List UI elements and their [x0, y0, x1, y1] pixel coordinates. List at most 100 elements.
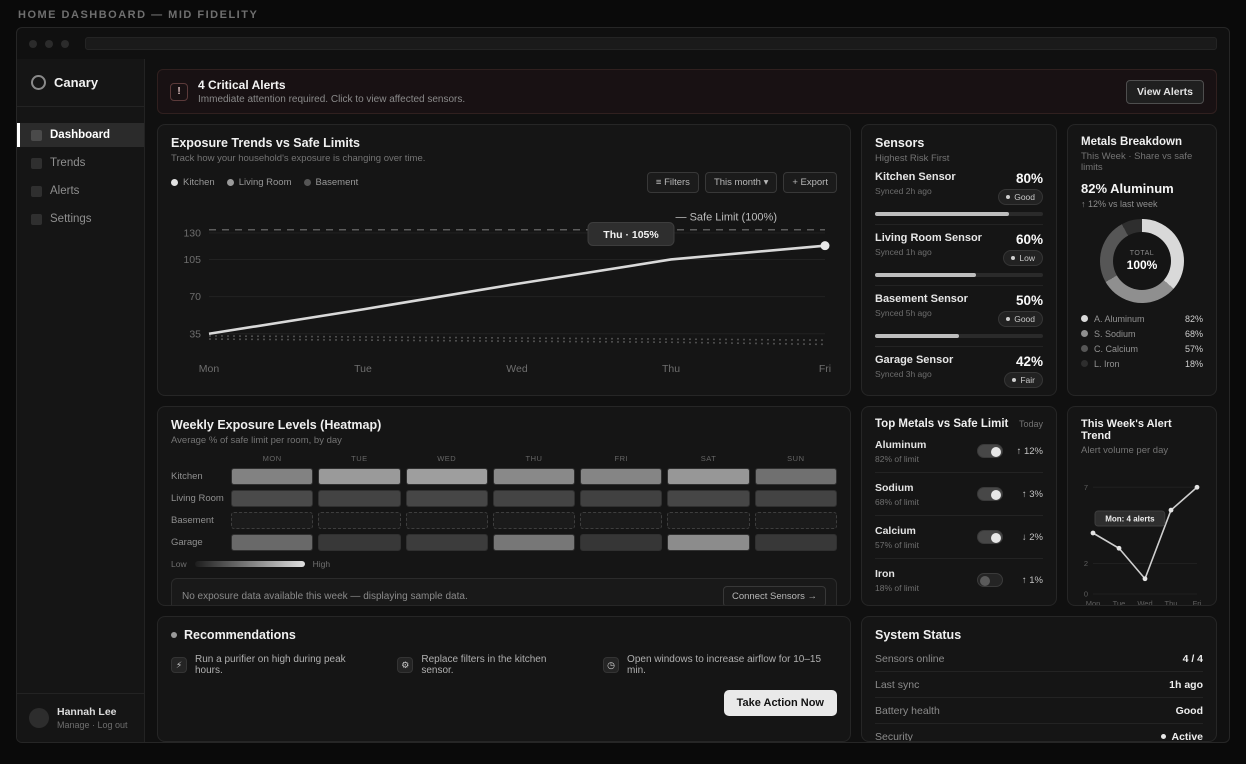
sidebar-item-alerts[interactable]: Alerts: [17, 179, 144, 203]
heatmap-cell: [667, 534, 750, 551]
dashboard-icon: [31, 129, 42, 141]
metal-toggle[interactable]: [977, 487, 1003, 501]
sensor-row-living-room[interactable]: Living Room Sensor Synced 1h ago 60% Low: [875, 225, 1043, 286]
svg-text:Thu: Thu: [662, 363, 680, 375]
filter-icon: ⚙: [397, 657, 414, 673]
metal-toggle[interactable]: [977, 573, 1003, 587]
svg-text:Mon: Mon: [199, 363, 220, 375]
heatmap-cell: [667, 490, 750, 507]
sensor-row-basement[interactable]: Basement Sensor Synced 5h ago 50% Good: [875, 286, 1043, 347]
sidebar-item-trends[interactable]: Trends: [17, 151, 144, 175]
svg-text:Wed: Wed: [1137, 599, 1152, 606]
svg-text:Tue: Tue: [1113, 599, 1126, 606]
status-row-last-sync: Last sync 1h ago: [875, 672, 1203, 698]
alert-trend-mini-chart: 7 2 0Mon Tue Wed Thu Fri Mon: 4 alerts: [1084, 483, 1202, 606]
view-alerts-button[interactable]: View Alerts: [1125, 79, 1204, 104]
recommendation-item: ⚙ Replace filters in the kitchen sensor.: [397, 654, 577, 676]
heatmap-card: Weekly Exposure Levels (Heatmap) Average…: [157, 406, 851, 606]
settings-icon: [31, 213, 42, 225]
status-dot: [1011, 256, 1016, 260]
address-bar[interactable]: [85, 37, 1217, 50]
metal-toggle[interactable]: [977, 444, 1003, 458]
heatmap-cell: [492, 490, 576, 507]
sensor-row-kitchen[interactable]: Kitchen Sensor Synced 2h ago 80% Good: [875, 164, 1043, 225]
sidebar-nav: Dashboard Trends Alerts Settings: [17, 123, 144, 231]
sidebar-item-label: Alerts: [50, 185, 80, 197]
sensor-value: 50%: [1015, 293, 1043, 308]
metal-toggle[interactable]: [977, 530, 1003, 544]
heatmap-cell: [405, 468, 488, 485]
card-title: System Status: [875, 628, 962, 642]
heatmap-cell: [754, 490, 837, 507]
card-title: This Week's Alert Trend: [1081, 418, 1172, 442]
heatmap-cell: [754, 534, 837, 551]
status-dot: [1012, 378, 1017, 382]
heatmap-cell: [231, 512, 314, 529]
heatmap-day-label: MON: [262, 454, 282, 463]
svg-text:Fri: Fri: [819, 363, 831, 375]
progress-bar: [875, 334, 1043, 338]
avatar: [29, 708, 49, 728]
status-badge: Good: [998, 189, 1043, 205]
sidebar-item-settings[interactable]: Settings: [17, 207, 144, 231]
heatmap-cell: [492, 468, 576, 485]
heatmap-day-label: TUE: [351, 454, 368, 463]
heatmap-cell: [318, 468, 401, 485]
trends-icon: [31, 157, 42, 169]
connect-sensors-button[interactable]: Connect Sensors →: [722, 586, 826, 605]
legend-dot: [226, 179, 234, 186]
window-control-dot[interactable]: [61, 39, 69, 48]
sensor-row-garage[interactable]: Garage Sensor Synced 3h ago 42% Fair: [875, 347, 1043, 396]
progress-bar: [875, 395, 1043, 396]
window-control-dot[interactable]: [29, 39, 37, 48]
browser-chrome: [17, 28, 1229, 59]
exposure-line-chart: 130 105 70 35 Mon Tue Wed Thu Fri — Safe Limit (1…: [183, 212, 831, 375]
sensors-card: Sensors Highest Risk First Kitchen Senso…: [861, 124, 1057, 396]
recommendation-item: ⚡ Run a purifier on high during peak hou…: [171, 654, 371, 676]
window-control-dot[interactable]: [45, 39, 53, 48]
metals-headline: 82% Aluminum: [1081, 181, 1174, 196]
svg-text:105: 105: [183, 254, 201, 266]
brand-name: Canary: [54, 75, 99, 90]
trend-value: ↓ 2%: [1021, 531, 1043, 543]
user-links[interactable]: Manage · Log out: [57, 720, 128, 730]
active-status-dot: [1161, 734, 1167, 739]
heatmap-cell: [580, 534, 663, 551]
period-dropdown[interactable]: This month ▾: [704, 172, 778, 193]
heatmap-cell: [405, 534, 488, 551]
legend-dot: [171, 179, 178, 186]
metal-row-calcium: Calcium 57% of limit ↓ 2%: [875, 516, 1043, 559]
heatmap-cell: [405, 512, 488, 529]
recommendations-card: Recommendations ⚡ Run a purifier on high…: [157, 616, 851, 742]
heatmap-cell: [580, 512, 663, 529]
card-subtitle: Highest Risk First: [875, 153, 950, 164]
heatmap-cell: [492, 512, 576, 529]
svg-text:Thu: Thu: [1165, 599, 1178, 606]
heatmap-row-label: Garage: [171, 537, 203, 548]
critical-alerts-banner[interactable]: ! 4 Critical Alerts Immediate attention …: [157, 69, 1217, 114]
donut-center-label: TOTAL: [1129, 250, 1155, 257]
sidebar-item-dashboard[interactable]: Dashboard: [17, 123, 144, 147]
status-dot: [1006, 317, 1011, 321]
heatmap-cell: [492, 534, 576, 551]
legend-dot: [303, 179, 311, 186]
export-button[interactable]: + Export: [783, 172, 837, 193]
svg-text:0: 0: [1084, 590, 1088, 599]
svg-text:130: 130: [183, 227, 201, 239]
heatmap-note: No exposure data available this week — d…: [171, 578, 837, 605]
purifier-icon: ⚡: [171, 657, 187, 673]
svg-text:Mon: Mon: [1086, 599, 1101, 606]
legend-item-basement[interactable]: Basement: [303, 177, 358, 188]
user-panel: Hannah Lee Manage · Log out: [17, 693, 144, 742]
take-action-button[interactable]: Take Action Now: [723, 690, 837, 716]
status-dot: [1006, 195, 1011, 199]
legend-item-kitchen[interactable]: Kitchen: [171, 177, 215, 188]
app-window: Canary Dashboard Trends Alerts Settings: [16, 27, 1230, 743]
card-subtitle: Track how your household's exposure is c…: [171, 153, 426, 164]
legend-item-living-room[interactable]: Living Room: [226, 177, 292, 188]
filters-button[interactable]: ≡ Filters: [646, 172, 699, 193]
card-title: Metals Breakdown: [1081, 136, 1182, 148]
metal-row-aluminum: Aluminum 82% of limit ↑ 12%: [875, 430, 1043, 473]
metal-row-iron: Iron 18% of limit ↑ 1%: [875, 567, 1043, 593]
svg-text:7: 7: [1084, 483, 1088, 492]
